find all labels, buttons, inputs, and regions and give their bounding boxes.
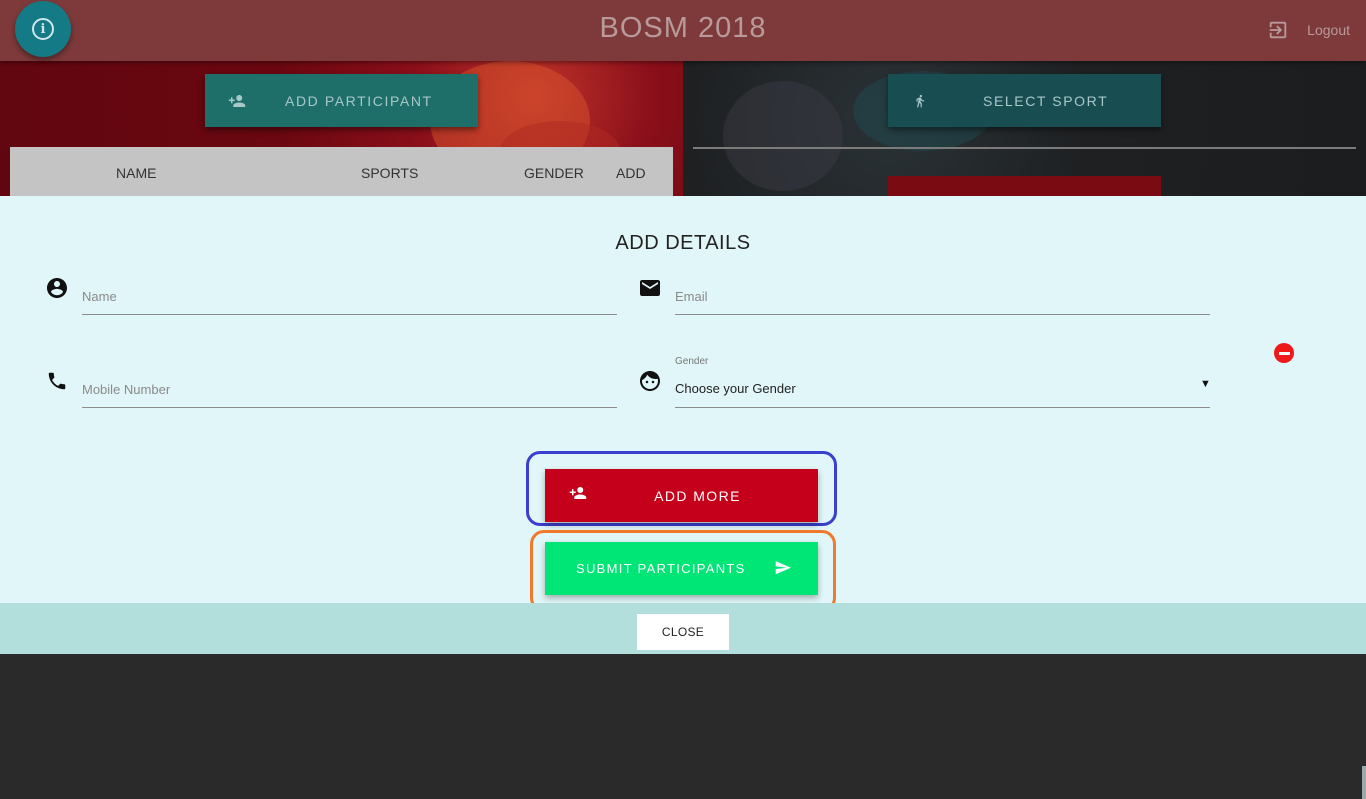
add-more-button[interactable]: ADD MORE — [545, 469, 818, 522]
hidden-button — [888, 176, 1161, 198]
run-icon — [888, 92, 952, 110]
column-gender: GENDER — [524, 165, 584, 181]
send-icon — [774, 559, 792, 578]
close-button[interactable]: CLOSE — [637, 614, 729, 650]
name-field[interactable] — [82, 288, 617, 315]
add-person-icon — [205, 94, 269, 108]
mobile-input[interactable] — [82, 382, 617, 397]
divider — [693, 147, 1356, 149]
select-sport-label: SELECT SPORT — [983, 92, 1109, 109]
mobile-field[interactable] — [82, 381, 617, 408]
phone-icon — [44, 368, 70, 394]
caret-down-icon: ▼ — [1200, 378, 1211, 390]
add-participant-label: ADD PARTICIPANT — [285, 92, 433, 109]
account-circle-icon — [44, 275, 70, 301]
app-title: BOSM 2018 — [599, 12, 767, 44]
email-input[interactable] — [675, 289, 1210, 304]
column-name: NAME — [116, 165, 157, 181]
gender-label: Gender — [675, 356, 709, 367]
mail-icon — [637, 275, 663, 301]
name-input[interactable] — [82, 289, 617, 304]
logout-label: Logout — [1307, 22, 1350, 38]
modal-footer: CLOSE — [0, 603, 1366, 654]
add-more-label: ADD MORE — [654, 488, 741, 504]
gender-selected-value: Choose your Gender — [675, 381, 796, 396]
decor-blob — [723, 81, 843, 191]
select-sport-button[interactable]: SELECT SPORT — [888, 74, 1161, 127]
scrollbar-thumb[interactable] — [1362, 766, 1366, 799]
participants-table-header: NAME SPORTS GENDER ADD — [10, 147, 673, 197]
face-icon — [637, 368, 663, 394]
submit-participants-button[interactable]: SUBMIT PARTICIPANTS — [545, 542, 818, 595]
column-sports: SPORTS — [361, 165, 419, 181]
app-header: i BOSM 2018 Logout — [0, 0, 1366, 61]
email-field[interactable] — [675, 288, 1210, 315]
logout-button[interactable]: Logout — [1267, 18, 1350, 42]
submit-participants-label: SUBMIT PARTICIPANTS — [576, 561, 746, 576]
logout-icon — [1269, 21, 1287, 39]
column-add: ADD — [616, 165, 646, 181]
modal-title: ADD DETAILS — [615, 232, 751, 254]
add-details-modal: ADD DETAILS Gender Choose your Gender ▼ … — [0, 196, 1366, 799]
remove-bar — [1278, 351, 1290, 355]
add-participant-button[interactable]: ADD PARTICIPANT — [205, 74, 478, 127]
remove-circle-icon[interactable] — [1274, 343, 1294, 363]
